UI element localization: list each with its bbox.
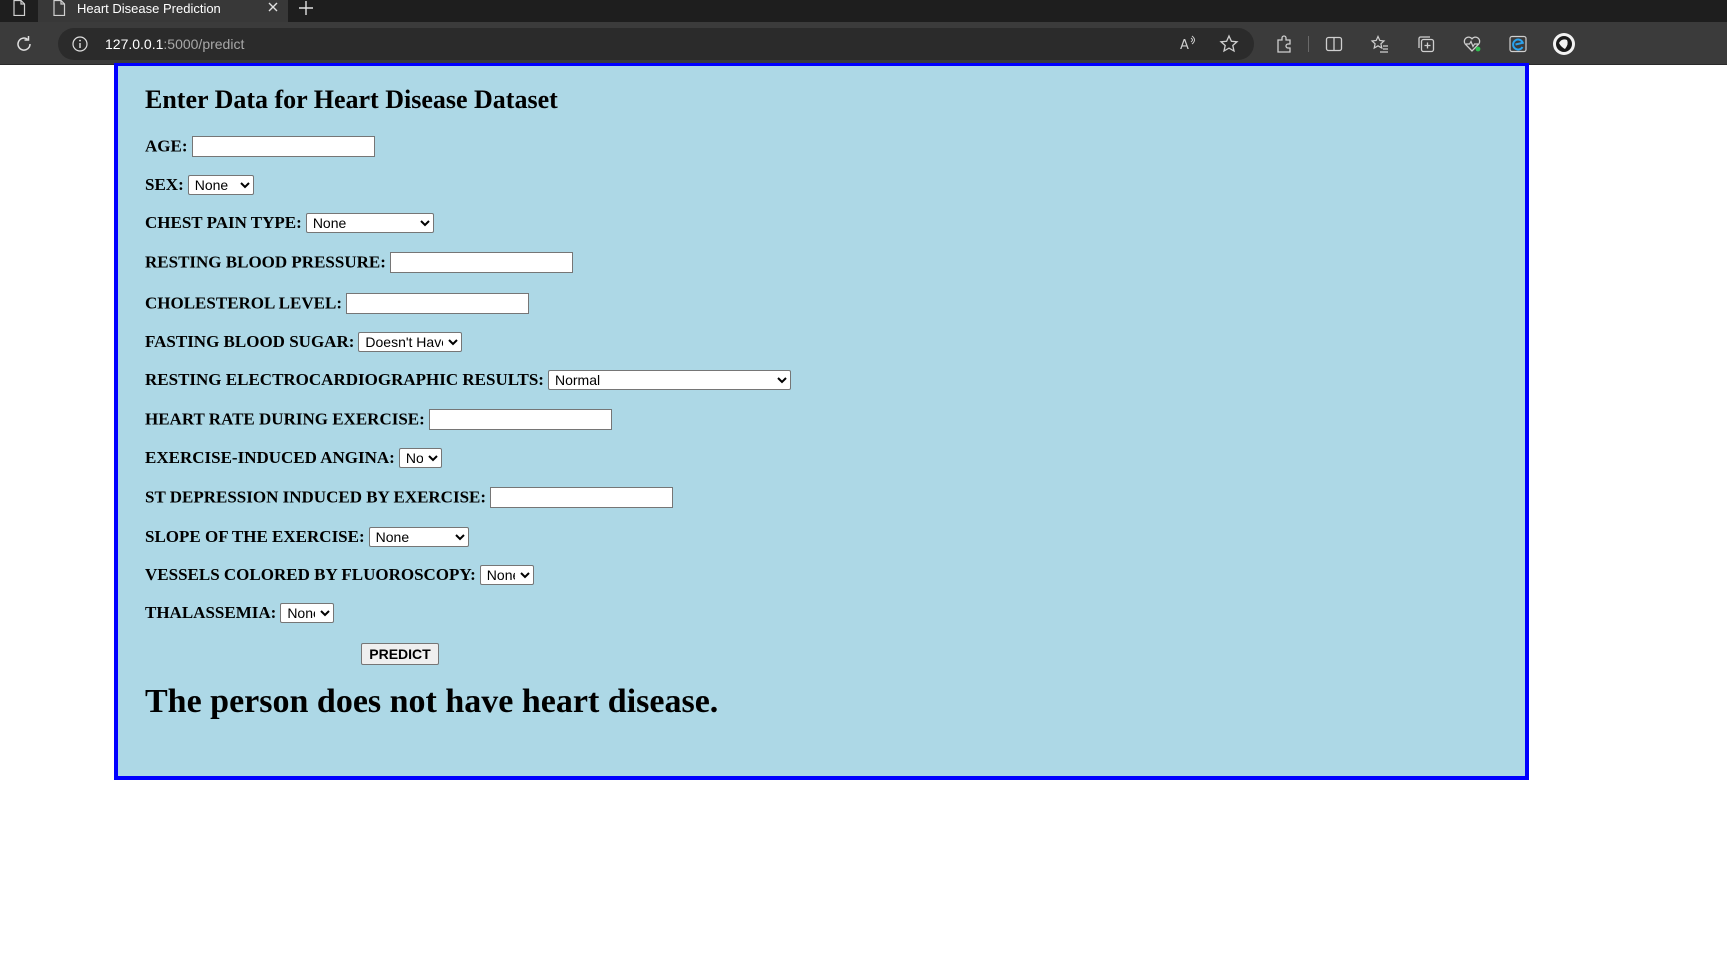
url-text[interactable]: 127.0.0.1:5000/predict: [105, 36, 244, 52]
thalassemia-label: THALASSEMIA:: [145, 603, 277, 622]
blood-pressure-field: RESTING BLOOD PRESSURE:: [145, 252, 573, 274]
heart-rate-label: HEART RATE DURING EXERCISE:: [145, 409, 425, 429]
slope-field: SLOPE OF THE EXERCISE: None: [145, 527, 469, 549]
read-aloud-icon[interactable]: A: [1178, 34, 1198, 54]
address-bar[interactable]: 127.0.0.1:5000/predict: [58, 28, 1254, 60]
prediction-result: The person does not have heart disease.: [145, 683, 719, 720]
blood-pressure-input[interactable]: [389, 252, 573, 273]
favorites-icon[interactable]: [1370, 34, 1390, 54]
browser-essentials-icon[interactable]: [1462, 34, 1482, 54]
profile-icon[interactable]: [1552, 32, 1576, 56]
ecg-select[interactable]: Normal: [547, 370, 791, 390]
slope-label: SLOPE OF THE EXERCISE:: [145, 527, 365, 546]
collections-icon[interactable]: [1416, 34, 1436, 54]
plus-icon[interactable]: [298, 0, 314, 16]
angina-select[interactable]: No: [398, 448, 442, 468]
url-path: :5000/predict: [163, 36, 245, 52]
vessels-field: VESSELS COLORED BY FLUOROSCOPY: None: [145, 565, 534, 587]
angina-label: EXERCISE-INDUCED ANGINA:: [145, 448, 395, 467]
st-depression-input[interactable]: [490, 487, 674, 508]
cholesterol-label: CHOLESTEROL LEVEL:: [145, 293, 342, 313]
age-field: AGE:: [145, 136, 375, 158]
tab-strip: Heart Disease Prediction: [0, 0, 1727, 22]
angina-field: EXERCISE-INDUCED ANGINA: No: [145, 448, 442, 470]
split-screen-icon[interactable]: [1324, 34, 1344, 54]
blood-pressure-label: RESTING BLOOD PRESSURE:: [145, 252, 386, 272]
ecg-label: RESTING ELECTROCARDIOGRAPHIC RESULTS:: [145, 370, 544, 389]
cholesterol-field: CHOLESTEROL LEVEL:: [145, 293, 529, 315]
page-icon: [53, 0, 66, 16]
heart-rate-field: HEART RATE DURING EXERCISE:: [145, 409, 612, 431]
sex-field: SEX: None: [145, 175, 254, 197]
age-input[interactable]: [191, 136, 375, 157]
form-title: Enter Data for Heart Disease Dataset: [145, 85, 558, 114]
url-host: 127.0.0.1: [105, 36, 164, 52]
edge-icon[interactable]: [1508, 34, 1528, 54]
form-panel: Enter Data for Heart Disease Dataset AGE…: [114, 63, 1529, 780]
cholesterol-input[interactable]: [345, 293, 529, 314]
heart-rate-input[interactable]: [428, 409, 612, 430]
favorite-star-icon[interactable]: [1219, 34, 1239, 54]
chest-pain-label: CHEST PAIN TYPE:: [145, 213, 302, 232]
page-viewport: Enter Data for Heart Disease Dataset AGE…: [0, 63, 1727, 964]
fasting-blood-sugar-label: FASTING BLOOD SUGAR:: [145, 332, 355, 351]
reload-icon[interactable]: [14, 34, 34, 54]
fasting-blood-sugar-select[interactable]: Doesn't Have: [358, 332, 463, 352]
thalassemia-field: THALASSEMIA: None: [145, 603, 335, 625]
close-icon[interactable]: [266, 0, 280, 16]
chest-pain-field: CHEST PAIN TYPE: None: [145, 213, 434, 235]
st-depression-field: ST DEPRESSION INDUCED BY EXERCISE:: [145, 487, 674, 509]
age-label: AGE:: [145, 136, 188, 156]
toolbar-divider: [1308, 36, 1309, 52]
st-depression-label: ST DEPRESSION INDUCED BY EXERCISE:: [145, 487, 487, 507]
chest-pain-select[interactable]: None: [305, 213, 434, 233]
slope-select[interactable]: None: [368, 527, 469, 547]
thalassemia-select[interactable]: None: [280, 603, 335, 623]
svg-text:A: A: [1180, 38, 1189, 53]
tab-title: Heart Disease Prediction: [77, 1, 221, 16]
sex-select[interactable]: None: [187, 175, 254, 195]
browser-toolbar: 127.0.0.1:5000/predict A: [0, 22, 1727, 65]
active-tab[interactable]: Heart Disease Prediction: [38, 0, 288, 22]
predict-button[interactable]: PREDICT: [361, 643, 439, 665]
info-icon[interactable]: [72, 36, 88, 52]
sex-label: SEX:: [145, 175, 184, 194]
vessels-select[interactable]: None: [479, 565, 534, 585]
ecg-field: RESTING ELECTROCARDIOGRAPHIC RESULTS: No…: [145, 370, 791, 392]
page-icon[interactable]: [12, 0, 26, 16]
vessels-label: VESSELS COLORED BY FLUOROSCOPY:: [145, 565, 476, 584]
fasting-blood-sugar-field: FASTING BLOOD SUGAR: Doesn't Have: [145, 332, 463, 354]
extensions-icon[interactable]: [1274, 34, 1294, 54]
